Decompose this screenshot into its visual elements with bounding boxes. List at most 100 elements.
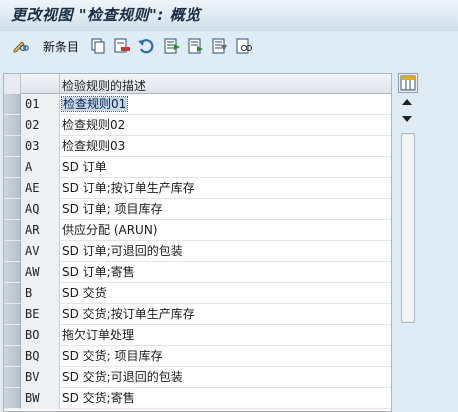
description-column-header[interactable]: 检验规则的描述 [62, 77, 146, 94]
rule-key-cell: AV [21, 241, 60, 262]
row-selector[interactable] [4, 199, 21, 220]
row-selector[interactable] [4, 346, 21, 367]
copy-button[interactable] [89, 37, 107, 55]
rule-description-text: SD 订单;寄售 [62, 265, 135, 279]
row-selector[interactable] [4, 367, 21, 388]
table-row[interactable]: BW SD 交货;寄售 [4, 388, 391, 409]
table-row[interactable]: 01 检查规则01 [4, 94, 391, 115]
rule-key-cell: AE [21, 178, 60, 199]
undo-icon [138, 39, 154, 54]
rule-key-cell: AR [21, 220, 60, 241]
delete-button[interactable] [113, 37, 131, 55]
rule-key-cell: AW [21, 262, 60, 283]
table-row[interactable]: AE SD 订单;按订单生产库存 [4, 178, 391, 199]
key-column-header[interactable] [21, 74, 60, 94]
rule-description-text: SD 交货; 项目库存 [62, 349, 163, 363]
rule-description-text: 检查规则03 [62, 139, 126, 153]
new-entries-button[interactable]: 新条目 [40, 37, 79, 55]
rule-description-text: 拖欠订单处理 [62, 328, 135, 342]
new-entries-label: 新条目 [43, 39, 80, 54]
table-settings-button[interactable] [398, 73, 418, 93]
rule-description-text: 检查规则02 [62, 118, 126, 132]
copy-icon [91, 38, 105, 54]
rule-description-text: SD 交货 [62, 286, 107, 300]
rule-description-text: SD 交货;寄售 [62, 391, 135, 405]
deselect-all-button[interactable] [211, 37, 229, 55]
table-row[interactable]: BO 拖欠订单处理 [4, 325, 391, 346]
table-header: 检验规则的描述 [4, 74, 391, 94]
display-change-button[interactable] [11, 37, 29, 55]
vertical-scrollbar[interactable] [398, 93, 418, 412]
table-row[interactable]: AQ SD 订单; 项目库存 [4, 199, 391, 220]
rule-key-cell: B [21, 283, 60, 304]
rule-description-cell[interactable]: SD 订单 [60, 157, 107, 178]
table-row[interactable]: 03 检查规则03 [4, 136, 391, 157]
scrollbar-thumb[interactable] [401, 133, 415, 323]
rule-description-cell[interactable]: 供应分配 (ARUN) [60, 220, 158, 241]
toolbar: 新条目 [0, 31, 458, 63]
row-selector[interactable] [4, 136, 21, 157]
table-row[interactable]: AW SD 订单;寄售 [4, 262, 391, 283]
select-block-button[interactable] [187, 37, 205, 55]
rule-key-cell: BO [21, 325, 60, 346]
rules-table: 检验规则的描述 01 检查规则01 02 检查规则02 03 检查规则03 A SD 订单 AE… [3, 73, 392, 412]
rule-description-cell[interactable]: 检查规则02 [60, 115, 125, 136]
row-selector[interactable] [4, 262, 21, 283]
delete-icon [114, 38, 130, 53]
rule-description-cell[interactable]: SD 交货; 项目库存 [60, 346, 163, 367]
row-selector[interactable] [4, 157, 21, 178]
rule-description-cell[interactable]: SD 订单;可退回的包装 [60, 241, 183, 262]
rule-description-cell[interactable]: SD 订单;寄售 [60, 262, 135, 283]
rule-key-cell: BE [21, 304, 60, 325]
rule-description-cell[interactable]: 检查规则03 [60, 136, 125, 157]
select-all-column-header[interactable] [4, 74, 21, 94]
scroll-up-icon[interactable] [402, 99, 412, 105]
row-selector[interactable] [4, 388, 21, 409]
table-row[interactable]: BQ SD 交货; 项目库存 [4, 346, 391, 367]
table-row[interactable]: AV SD 订单;可退回的包装 [4, 241, 391, 262]
row-selector[interactable] [4, 283, 21, 304]
title-bar: 更改视图 "检查规则": 概览 [0, 0, 458, 31]
rule-description-cell[interactable]: 拖欠订单处理 [60, 325, 134, 346]
rule-description-cell[interactable]: SD 订单; 项目库存 [60, 199, 163, 220]
scroll-down-icon[interactable] [402, 116, 412, 122]
table-row[interactable]: BV SD 交货;可退回的包装 [4, 367, 391, 388]
rule-description-text: SD 订单; 项目库存 [62, 202, 163, 216]
rule-key-cell: 01 [21, 94, 60, 115]
rule-description-cell[interactable]: SD 订单;按订单生产库存 [60, 178, 195, 199]
select-all-icon [164, 38, 180, 54]
row-selector[interactable] [4, 220, 21, 241]
page-title: 更改视图 "检查规则": 概览 [11, 6, 201, 24]
row-selector[interactable] [4, 115, 21, 136]
row-selector[interactable] [4, 241, 21, 262]
rule-description-text: SD 交货;按订单生产库存 [62, 307, 195, 321]
row-selector[interactable] [4, 304, 21, 325]
row-selector[interactable] [4, 325, 21, 346]
deselect-icon [212, 38, 227, 54]
rule-description-cell[interactable]: SD 交货;按订单生产库存 [60, 304, 195, 325]
table-config-icon [400, 75, 416, 91]
table-row[interactable]: AR 供应分配 (ARUN) [4, 220, 391, 241]
rule-description-cell[interactable]: SD 交货 [60, 283, 107, 304]
rule-description-text: SD 订单;可退回的包装 [62, 244, 183, 258]
row-selector[interactable] [4, 178, 21, 199]
table-row[interactable]: B SD 交货 [4, 283, 391, 304]
table-row[interactable]: 02 检查规则02 [4, 115, 391, 136]
row-selector[interactable] [4, 94, 21, 115]
table-row[interactable]: BE SD 交货;按订单生产库存 [4, 304, 391, 325]
undo-button[interactable] [137, 37, 155, 55]
rule-description-cell[interactable]: SD 交货;可退回的包装 [60, 367, 183, 388]
find-button[interactable] [235, 37, 253, 55]
select-all-button[interactable] [163, 37, 181, 55]
rule-key-cell: BW [21, 388, 60, 409]
rule-key-cell: 03 [21, 136, 60, 157]
find-icon [236, 38, 253, 54]
rule-key-cell: BV [21, 367, 60, 388]
rule-key-cell: BQ [21, 346, 60, 367]
table-row[interactable]: A SD 订单 [4, 157, 391, 178]
rule-description-cell[interactable]: 检查规则01 [60, 94, 129, 115]
rule-key-cell: A [21, 157, 60, 178]
select-block-icon [188, 38, 203, 54]
rule-description-cell[interactable]: SD 交货;寄售 [60, 388, 135, 409]
rule-description-text: 检查规则01 [60, 96, 129, 112]
